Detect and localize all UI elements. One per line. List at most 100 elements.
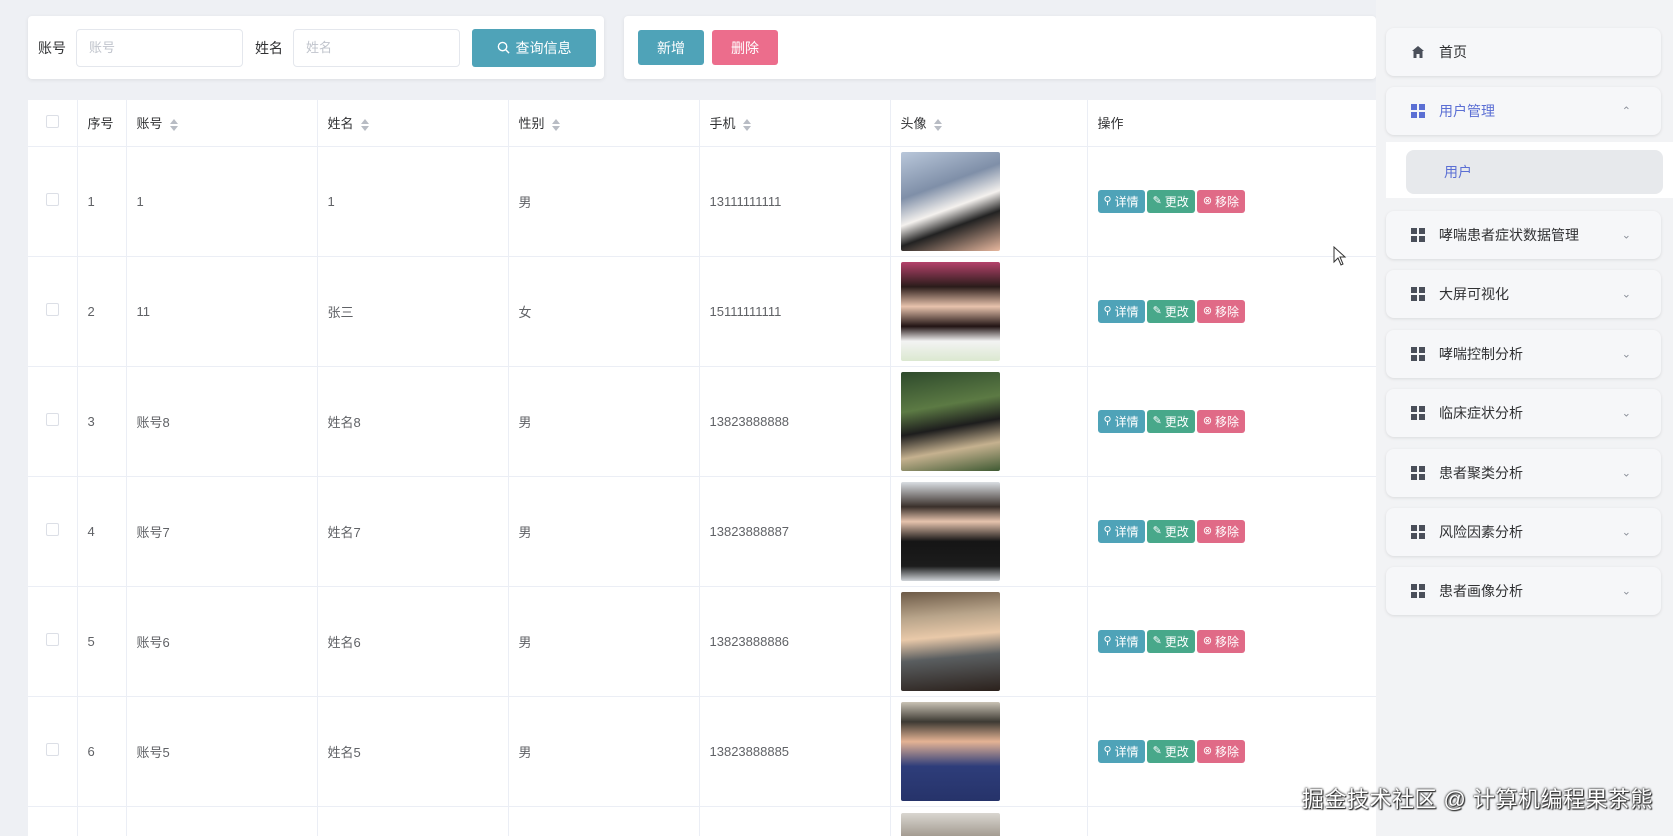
chevron-down-icon: ⌄ [1621,585,1631,598]
table-row [28,806,1376,836]
cell-gender: 男 [508,586,700,697]
sidebar-item-risk-analysis[interactable]: 风险因素分析 ⌄ [1386,508,1661,556]
add-button[interactable]: 新增 [638,30,704,65]
row-checkbox[interactable] [45,303,59,316]
close-circle-icon: ⊗ [1202,414,1213,427]
row-select-cell [28,586,78,697]
cell-ops: ⚲ 详情 ✎ 更改 ⊗ 移除 [1087,256,1376,367]
header-name[interactable]: 姓名 [317,100,509,147]
row-checkbox[interactable] [45,523,59,536]
query-button[interactable]: 查询信息 [472,28,596,67]
chevron-down-icon: ⌄ [1621,288,1631,301]
row-checkbox[interactable] [45,633,59,646]
cell-name: 姓名8 [317,366,509,477]
search-icon: ⚲ [1103,194,1112,207]
user-table: 序号 账号 姓名 性别 手机 头像 操作 1 1 1 男 13111111111… [28,100,1376,836]
cell-name: 张三 [317,256,509,367]
sidebar-item-symptom-data[interactable]: 哮喘患者症状数据管理 ⌄ [1386,211,1661,259]
detail-button[interactable]: ⚲ 详情 [1097,189,1145,213]
header-name-label: 姓名 [327,116,354,132]
edit-button[interactable]: ✎ 更改 [1146,629,1195,653]
remove-button[interactable]: ⊗ 移除 [1196,189,1246,213]
sidebar-item-label: 哮喘控制分析 [1439,346,1523,362]
remove-button[interactable]: ⊗ 移除 [1196,629,1246,653]
sidebar-item-portrait-analysis[interactable]: 患者画像分析 ⌄ [1386,567,1661,615]
select-all-checkbox[interactable] [45,114,59,128]
detail-button[interactable]: ⚲ 详情 [1097,519,1145,543]
avatar-image [900,812,1000,836]
sort-icon[interactable] [551,118,561,132]
remove-button[interactable]: ⊗ 移除 [1196,299,1246,323]
account-search-input[interactable] [76,28,243,67]
edit-button[interactable]: ✎ 更改 [1146,299,1195,323]
detail-label: 详情 [1114,194,1139,209]
sidebar-item-home[interactable]: 首页 [1386,28,1661,76]
detail-button[interactable]: ⚲ 详情 [1097,409,1145,433]
sort-icon[interactable] [933,118,943,132]
row-select-cell [28,366,78,477]
sidebar-item-cluster-analysis[interactable]: 患者聚类分析 ⌄ [1386,449,1661,497]
watermark: 掘金技术社区 @ 计算机编程果茶熊 [1301,787,1653,812]
sidebar-item-control-analysis[interactable]: 哮喘控制分析 ⌄ [1386,330,1661,378]
detail-button[interactable]: ⚲ 详情 [1097,739,1145,763]
cell-index: 6 [77,696,127,807]
avatar-image [900,261,1000,361]
table-row: 4 账号7 姓名7 男 13823888887 ⚲ 详情 ✎ 更改 ⊗ 移除 [28,476,1376,587]
cell-avatar [890,806,1088,836]
grid-icon [1411,525,1425,539]
detail-button[interactable]: ⚲ 详情 [1097,629,1145,653]
sidebar-item-big-screen[interactable]: 大屏可视化 ⌄ [1386,270,1661,318]
sidebar-item-clinical-analysis[interactable]: 临床症状分析 ⌄ [1386,389,1661,437]
detail-button[interactable]: ⚲ 详情 [1097,299,1145,323]
remove-label: 移除 [1215,304,1240,319]
edit-label: 更改 [1164,634,1189,649]
header-ops: 操作 [1087,100,1376,147]
header-index: 序号 [77,100,127,147]
sidebar-item-user-mgmt[interactable]: 用户管理 ⌃ [1386,87,1661,135]
remove-button[interactable]: ⊗ 移除 [1196,409,1246,433]
header-avatar[interactable]: 头像 [890,100,1088,147]
remove-button[interactable]: ⊗ 移除 [1196,519,1246,543]
sort-icon[interactable] [169,118,179,132]
cell-gender: 女 [508,256,700,367]
edit-icon: ✎ [1152,524,1162,537]
delete-button[interactable]: 删除 [712,30,778,65]
detail-label: 详情 [1114,524,1139,539]
cell-name: 姓名7 [317,476,509,587]
header-phone[interactable]: 手机 [699,100,891,147]
row-checkbox[interactable] [45,413,59,426]
cell-phone: 13823888887 [699,476,891,587]
cell-index: 2 [77,256,127,367]
table-row: 1 1 1 男 13111111111 ⚲ 详情 ✎ 更改 ⊗ 移除 [28,146,1376,257]
remove-button[interactable]: ⊗ 移除 [1196,739,1246,763]
edit-label: 更改 [1164,744,1189,759]
row-checkbox[interactable] [45,193,59,206]
edit-button[interactable]: ✎ 更改 [1146,189,1195,213]
cell-avatar [890,696,1088,807]
cell-avatar [890,476,1088,587]
account-label: 账号 [38,39,66,56]
edit-button[interactable]: ✎ 更改 [1146,519,1195,543]
row-select-cell [28,256,78,367]
name-search-input[interactable] [293,28,460,67]
sort-icon[interactable] [360,118,370,132]
sort-icon[interactable] [742,118,752,132]
header-gender[interactable]: 性别 [508,100,700,147]
cell-gender: 男 [508,696,700,807]
row-checkbox[interactable] [45,743,59,756]
header-gender-label: 性别 [518,116,545,132]
search-icon: ⚲ [1103,634,1112,647]
header-account[interactable]: 账号 [126,100,318,147]
sidebar-item-label: 临床症状分析 [1439,405,1523,421]
edit-button[interactable]: ✎ 更改 [1146,739,1195,763]
sidebar-item-label: 哮喘患者症状数据管理 [1439,227,1579,243]
grid-icon [1411,584,1425,598]
edit-label: 更改 [1164,414,1189,429]
sidebar-subitem-user[interactable]: 用户 [1406,150,1663,194]
search-icon: ⚲ [1103,304,1112,317]
search-icon: ⚲ [1103,414,1112,427]
header-avatar-label: 头像 [900,116,927,132]
cell-avatar [890,146,1088,257]
edit-button[interactable]: ✎ 更改 [1146,409,1195,433]
sidebar-item-label: 大屏可视化 [1439,286,1509,302]
